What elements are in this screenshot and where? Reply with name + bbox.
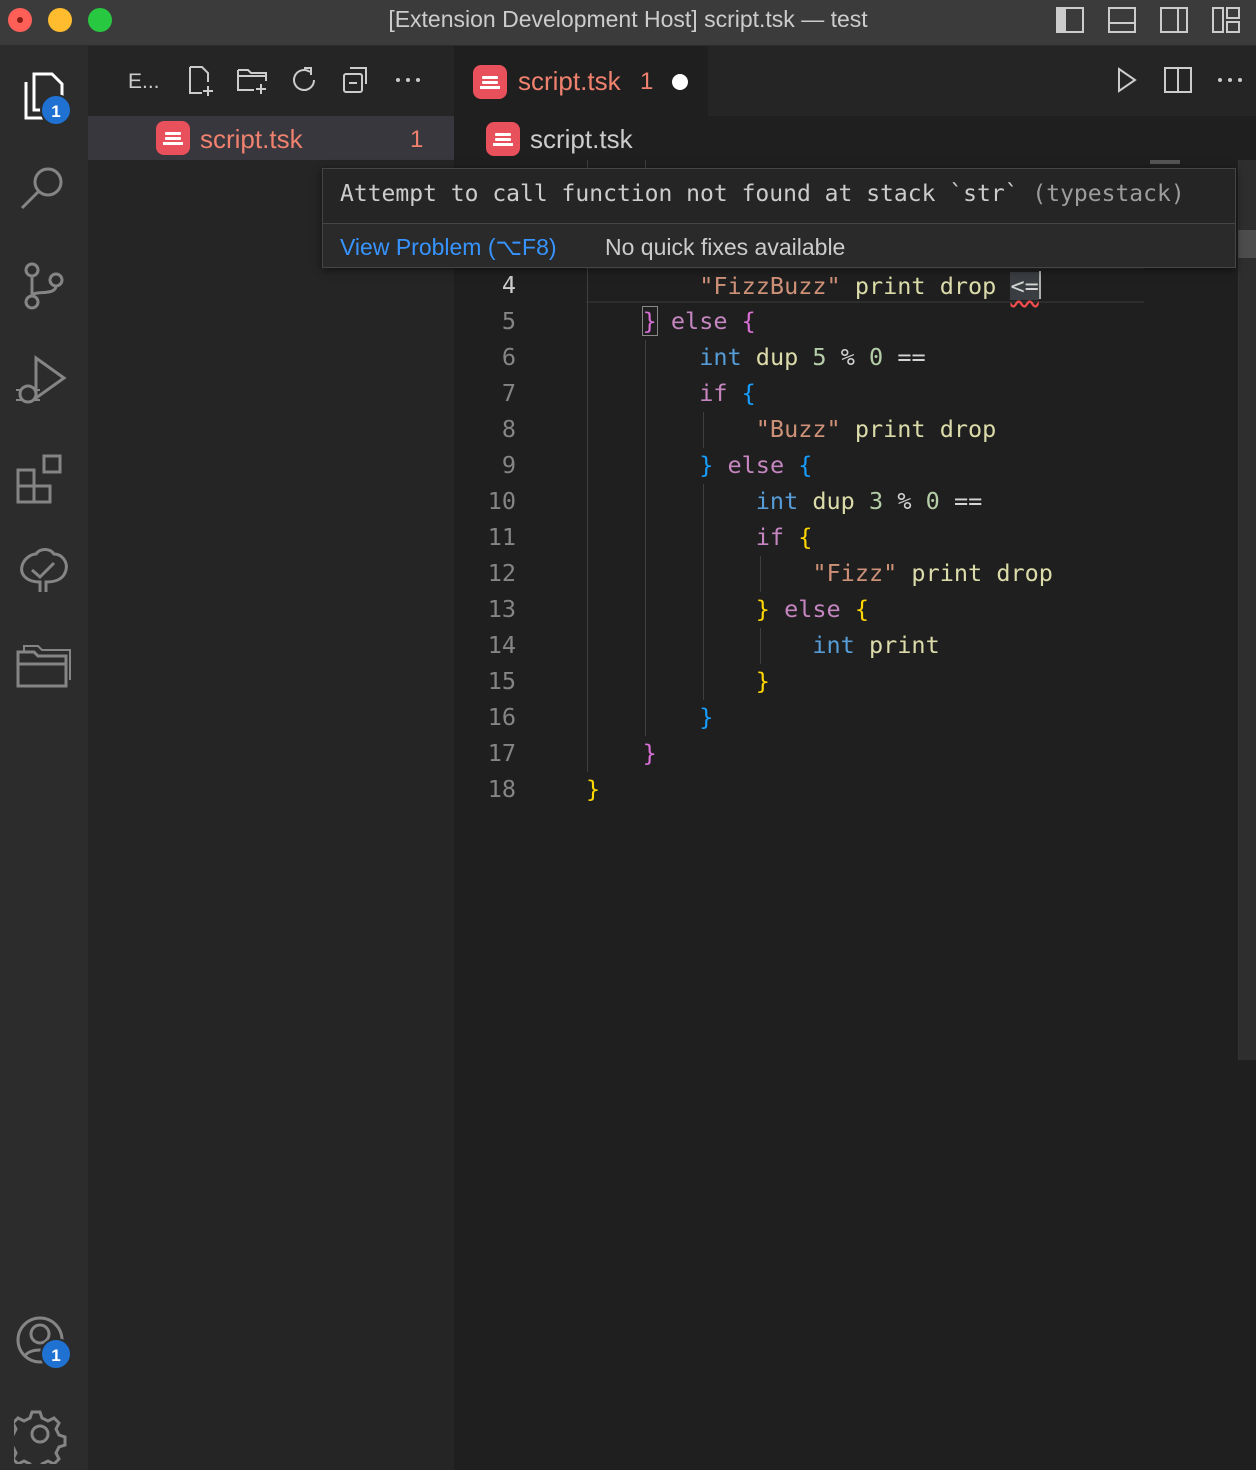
line-number: 13: [487, 595, 516, 623]
line-number: 7: [501, 379, 516, 407]
code-line-13: 13 } else {: [454, 591, 1238, 627]
error-squiggle[interactable]: <=: [1010, 272, 1039, 300]
explorer-file-name: script.tsk: [200, 124, 303, 154]
editor-actions: [1110, 64, 1246, 96]
title-bar: [Extension Development Host] script.tsk …: [0, 0, 1256, 46]
activity-extensions[interactable]: [14, 448, 74, 508]
code-line-16: 16 }: [454, 699, 1238, 735]
source-control-icon: [24, 262, 64, 310]
line-number: 5: [501, 307, 516, 335]
code-line-12: 12 "Fizz" print drop: [454, 555, 1238, 591]
search-icon: [20, 167, 63, 210]
code-editor[interactable]: 4 "FizzBuzz" print drop <= 5 } else { 6 …: [454, 160, 1256, 1470]
breadcrumb: script.tsk: [454, 116, 1256, 160]
activity-bar: 1 1: [0, 46, 88, 1470]
run-icon[interactable]: [1110, 64, 1142, 96]
run-and-debug-icon: [16, 355, 67, 404]
no-quick-fixes-label: No quick fixes available: [605, 234, 846, 260]
text-cursor: [1038, 271, 1041, 299]
diagnostic-source: (typestack): [1032, 181, 1185, 207]
code-line-15: 15 }: [454, 663, 1238, 699]
unsaved-dot-icon[interactable]: [672, 74, 688, 90]
toggle-panel-icon[interactable]: [1106, 4, 1138, 36]
extensions-icon: [16, 454, 62, 504]
sidebar-actions: [184, 64, 424, 96]
line-number: 17: [487, 739, 516, 767]
line-number: 8: [501, 415, 516, 443]
explorer-badge: 1: [40, 94, 72, 126]
tab-label: script.tsk: [518, 66, 621, 96]
problem-hover: Attempt to call function not found at st…: [322, 168, 1236, 268]
line-number: 15: [487, 667, 516, 695]
activity-search[interactable]: [14, 158, 74, 218]
typestack-file-icon: [156, 121, 190, 155]
sidebar-title: E...: [128, 70, 160, 93]
line-number: 4: [501, 271, 516, 299]
activity-testing[interactable]: [14, 542, 74, 602]
testing-icon: [20, 548, 68, 592]
sidebar-header: E...: [88, 46, 454, 116]
activity-folders[interactable]: [14, 638, 74, 698]
code-line-11: 11 if {: [454, 519, 1238, 555]
accounts-badge: 1: [40, 1338, 72, 1370]
explorer-problem-count: 1: [410, 126, 424, 153]
layout-controls: [1054, 4, 1242, 36]
line-number: 18: [487, 775, 516, 803]
explorer-file-item[interactable]: script.tsk 1: [88, 116, 454, 160]
line-number: 11: [487, 523, 516, 551]
activity-run-debug[interactable]: [14, 350, 74, 410]
new-folder-icon[interactable]: [236, 64, 268, 96]
scrollbar-thumb[interactable]: [1238, 230, 1256, 258]
split-editor-icon[interactable]: [1162, 64, 1194, 96]
hover-message: Attempt to call function not found at st…: [340, 181, 1185, 207]
line-number: 9: [501, 451, 516, 479]
view-problem-link[interactable]: View Problem (⌥F8): [340, 234, 557, 261]
line-number: 16: [487, 703, 516, 731]
line-number: 12: [487, 559, 516, 587]
editor-tab-bar: script.tsk 1: [454, 46, 1256, 116]
toggle-primary-sidebar-icon[interactable]: [1054, 4, 1086, 36]
typestack-file-icon: [473, 65, 507, 99]
minimap: [1150, 160, 1180, 164]
vertical-scrollbar[interactable]: [1238, 160, 1256, 1060]
code-line-7: 7 if {: [454, 375, 1238, 411]
folders-icon: [16, 645, 71, 688]
code-line-10: 10 int dup 3 % 0 ==: [454, 483, 1238, 519]
hover-status-bar: View Problem (⌥F8) No quick fixes availa…: [323, 223, 1235, 267]
activity-explorer[interactable]: 1: [14, 66, 74, 126]
typestack-file-icon: [486, 122, 520, 156]
code-line-8: 8 "Buzz" print drop: [454, 411, 1238, 447]
line-number: 10: [487, 487, 516, 515]
activity-source-control[interactable]: [14, 256, 74, 316]
line-number: 14: [487, 631, 516, 659]
refresh-icon[interactable]: [288, 64, 320, 96]
tab-script-tsk[interactable]: script.tsk 1: [454, 46, 708, 116]
code-line-6: 6 int dup 5 % 0 ==: [454, 339, 1238, 375]
customize-layout-icon[interactable]: [1210, 4, 1242, 36]
diagnostic-text: Attempt to call function not found at st…: [340, 181, 1019, 207]
new-file-icon[interactable]: [184, 64, 216, 96]
code-line-4: 4 "FizzBuzz" print drop <=: [454, 267, 1238, 303]
code-line-5: 5 } else {: [454, 303, 1238, 339]
more-actions-icon[interactable]: [392, 64, 424, 96]
breadcrumb-file[interactable]: script.tsk: [530, 124, 633, 155]
toggle-secondary-sidebar-icon[interactable]: [1158, 4, 1190, 36]
tab-problem-count: 1: [640, 68, 654, 95]
more-actions-icon[interactable]: [1214, 64, 1246, 96]
gear-icon: [5, 1410, 67, 1470]
line-number: 6: [501, 343, 516, 371]
collapse-all-icon[interactable]: [340, 64, 372, 96]
code-line-18: 18 }: [454, 771, 1238, 807]
code-line-17: 17 }: [454, 735, 1238, 771]
code-line-9: 9 } else {: [454, 447, 1238, 483]
activity-manage[interactable]: [5, 1404, 74, 1470]
activity-accounts[interactable]: 1: [14, 1310, 74, 1370]
code-line-14: 14 int print: [454, 627, 1238, 663]
